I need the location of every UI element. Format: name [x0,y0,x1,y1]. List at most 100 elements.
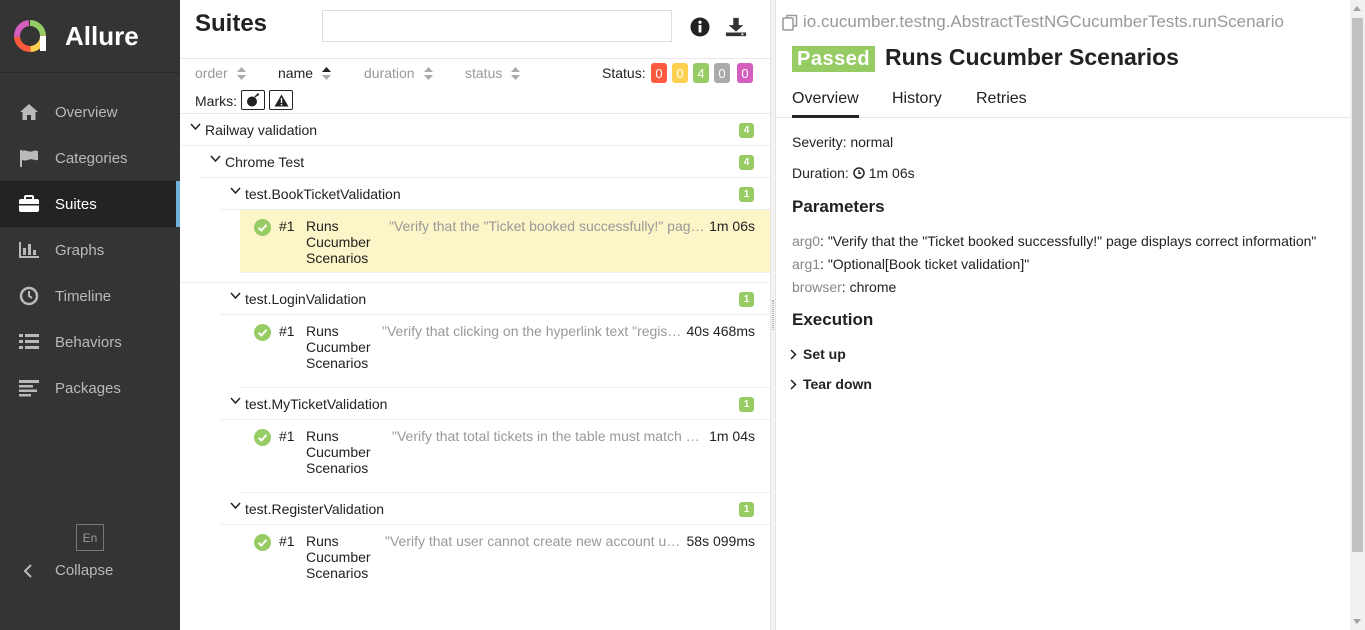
tree-group-railway-validation[interactable]: Railway validation 4 [180,114,770,146]
tree-group-class[interactable]: test.BookTicketValidation 1 [220,178,770,210]
splitter-grip [772,300,774,330]
chevron-down-icon [230,502,241,510]
bar-chart-icon [18,240,40,260]
sidebar-item-suites[interactable]: Suites [0,181,180,227]
chevron-down-icon [190,123,201,131]
severity-value: normal [850,134,894,150]
sort-duration-label: duration [364,65,415,81]
sidebar-item-label: Overview [55,103,118,121]
search-input[interactable] [322,10,672,42]
test-full-name-text: io.cucumber.testng.AbstractTestNGCucumbe… [803,12,1284,31]
group-name: test.RegisterValidation [245,501,385,517]
flag-icon [18,148,40,168]
parameter-value: "Verify that the "Ticket booked successf… [827,233,1317,249]
parameters-heading: Parameters [792,197,885,216]
severity-label: Severity: [792,134,847,150]
sidebar-item-label: Packages [55,379,121,397]
scrollbar-thumb[interactable] [1352,18,1363,552]
parameter-value: "Optional[Book ticket validation]" [827,256,1030,272]
test-title: Runs Cucumber Scenarios [885,44,1179,70]
language-switch[interactable]: En [76,524,104,551]
parameter-key: arg0 [792,233,821,249]
sidebar-item-label: Suites [55,195,97,213]
status-broken-toggle[interactable]: 0 [672,63,688,83]
group-count-badge: 1 [739,292,754,307]
sidebar-item-behaviors[interactable]: Behaviors [0,319,180,365]
test-name: Runs Cucumber Scenarios [306,323,371,371]
sidebar-item-overview[interactable]: Overview [0,89,180,135]
status-failed-toggle[interactable]: 0 [651,63,667,83]
status-badge: Passed [792,46,876,72]
info-icon[interactable] [689,16,711,38]
parameter-row: browser: chrome [792,279,897,295]
chevron-right-icon [790,348,797,360]
sort-duration[interactable]: duration [364,65,433,81]
suites-pane: Suites order name duration status Status… [180,0,770,630]
test-case-row[interactable]: #1 Runs Cucumber Scenarios "Verify that … [240,315,770,388]
warning-icon [274,94,288,106]
test-order: #1 [279,428,295,444]
brand[interactable]: Allure [0,0,180,73]
tab-history[interactable]: History [892,90,942,118]
group-count-badge: 1 [739,502,754,517]
passed-check-icon [254,534,271,551]
marks-label: Marks: [195,93,237,109]
collapse-button[interactable]: Collapse [18,562,113,579]
download-icon[interactable] [725,16,747,38]
parameter-row: arg0: "Verify that the "Ticket booked su… [792,233,1317,249]
list-icon [18,332,40,352]
test-case-row[interactable]: #1 Runs Cucumber Scenarios "Verify that … [240,525,770,598]
tree-group-class[interactable]: test.LoginValidation 1 [220,283,770,315]
duration-label: Duration: [792,165,849,181]
sidebar: Allure Overview Categories Suites Graphs [0,0,180,630]
group-count-badge: 1 [739,187,754,202]
test-duration: 1m 04s [709,428,755,444]
tree-group-class[interactable]: test.RegisterValidation 1 [220,493,770,525]
chevron-down-icon [230,292,241,300]
status-passed-toggle[interactable]: 4 [693,63,709,83]
status-unknown-toggle[interactable]: 0 [737,63,753,83]
test-name: Runs Cucumber Scenarios [306,533,371,581]
test-description: "Verify that clicking on the hyperlink t… [382,323,685,339]
test-case-row[interactable]: #1 Runs Cucumber Scenarios "Verify that … [240,420,770,493]
status-skipped-toggle[interactable]: 0 [714,63,730,83]
test-case-row[interactable]: #1 Runs Cucumber Scenarios "Verify that … [240,210,770,273]
sort-order[interactable]: order [195,65,246,81]
chevron-right-icon [790,378,797,390]
briefcase-icon [18,194,40,214]
sort-name[interactable]: name [278,65,332,81]
step-set-up[interactable]: Set up [790,346,846,362]
sidebar-item-timeline[interactable]: Timeline [0,273,180,319]
sidebar-item-label: Categories [55,149,128,167]
copy-icon[interactable] [782,14,798,31]
tree-group-chrome-test[interactable]: Chrome Test 4 [200,146,770,178]
tree-group-class[interactable]: test.MyTicketValidation 1 [220,388,770,420]
group-name: test.BookTicketValidation [245,186,401,202]
clock-icon [18,286,40,306]
test-order: #1 [279,533,295,549]
group-name: Chrome Test [225,154,305,170]
sort-status-label: status [465,65,503,81]
passed-check-icon [254,324,271,341]
group-name: test.LoginValidation [245,291,367,307]
scroll-up-arrow-icon[interactable] [1353,6,1361,11]
step-tear-down[interactable]: Tear down [790,376,872,392]
group-count-badge: 1 [739,397,754,412]
sidebar-item-categories[interactable]: Categories [0,135,180,181]
allure-logo-icon [14,20,46,52]
vertical-scrollbar[interactable] [1350,0,1365,630]
flaky-mark-toggle[interactable] [241,90,265,110]
sidebar-item-packages[interactable]: Packages [0,365,180,411]
test-full-name: io.cucumber.testng.AbstractTestNGCucumbe… [782,12,1284,32]
tab-overview[interactable]: Overview [792,90,859,118]
parameter-value: chrome [849,279,897,295]
spacer [180,273,770,283]
new-failed-mark-toggle[interactable] [269,90,293,110]
sort-status[interactable]: status [465,65,521,81]
sidebar-item-graphs[interactable]: Graphs [0,227,180,273]
scroll-down-arrow-icon[interactable] [1353,619,1361,624]
parameter-row: arg1: "Optional[Book ticket validation]" [792,256,1030,272]
sort-arrows-icon [322,66,332,80]
tab-retries[interactable]: Retries [976,90,1027,118]
sidebar-item-label: Timeline [55,287,112,305]
